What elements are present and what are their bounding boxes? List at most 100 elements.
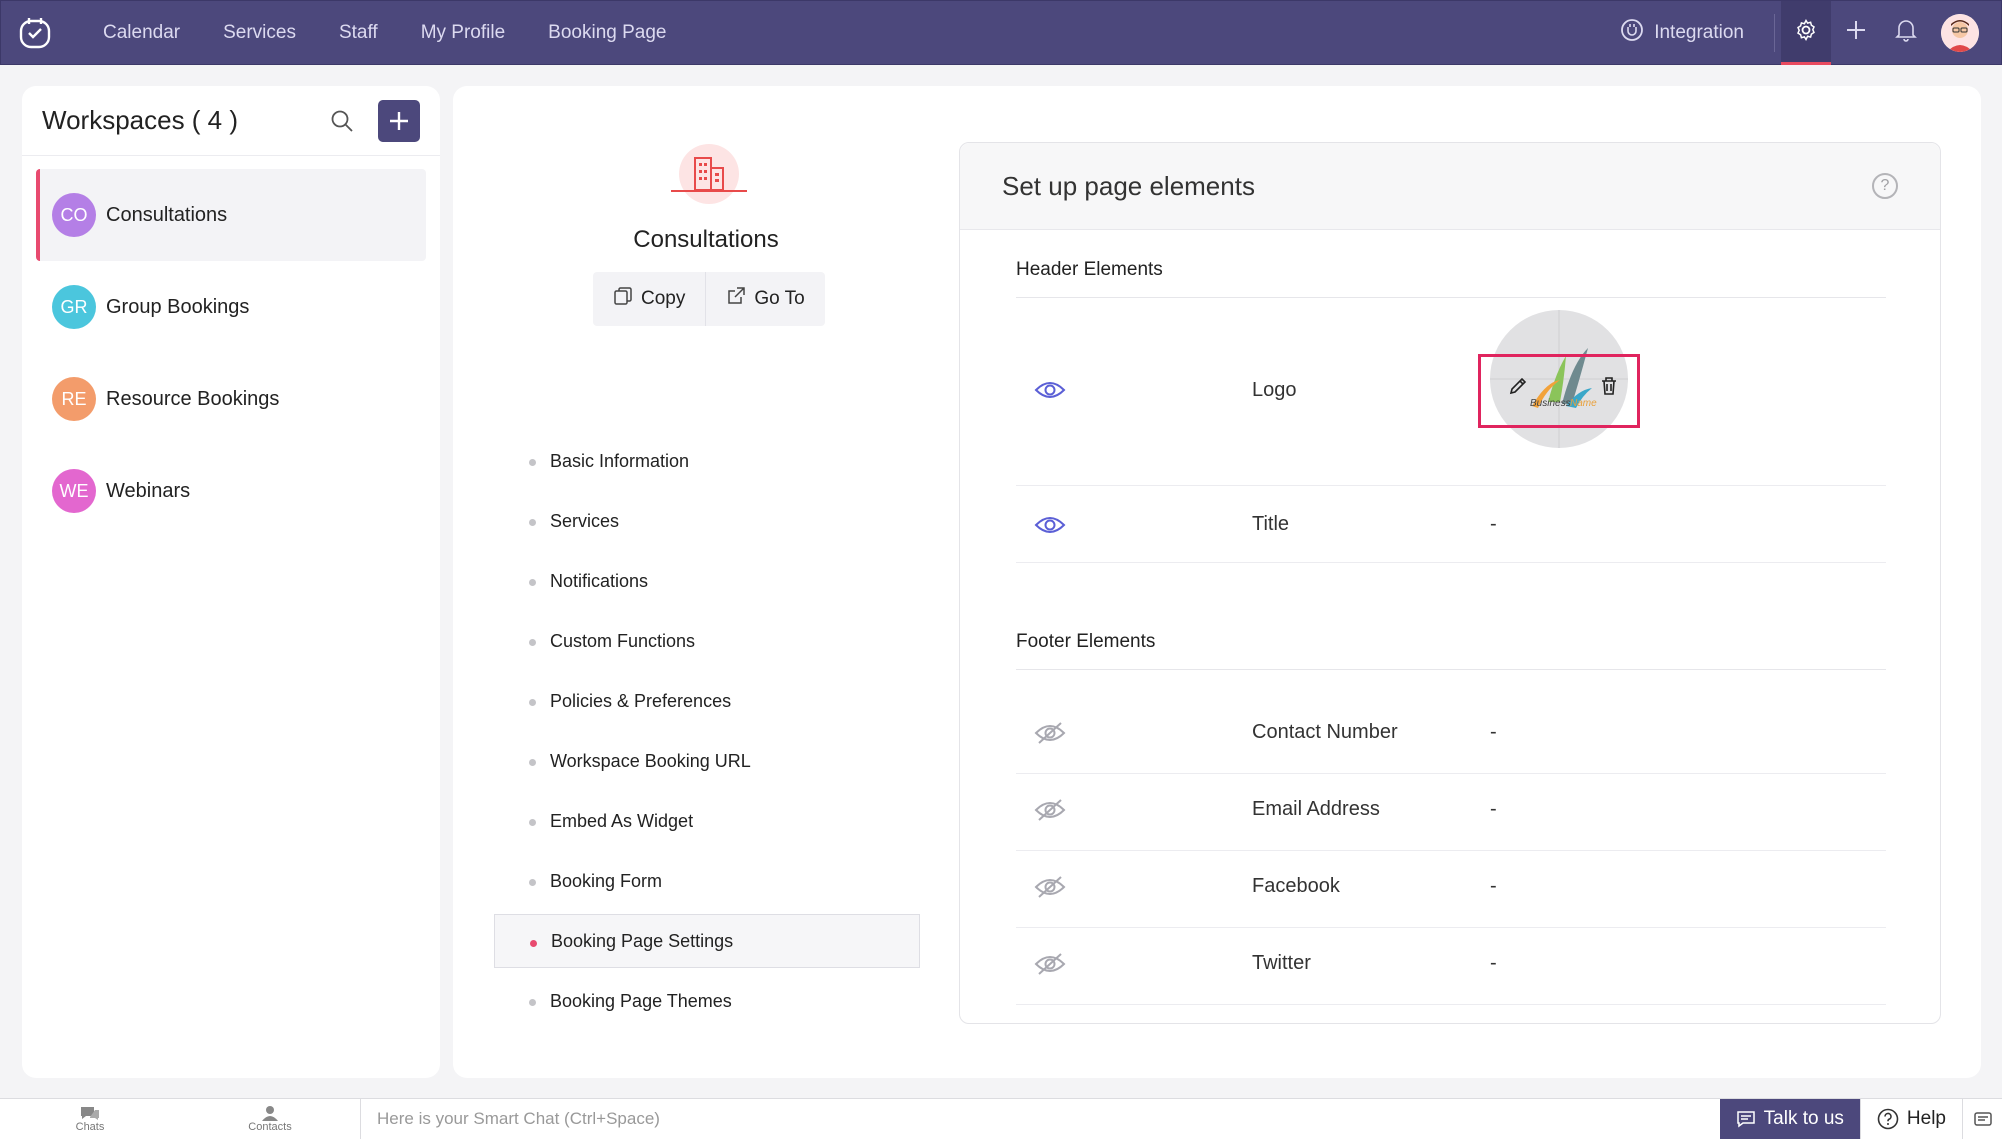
workspace-label: Webinars (106, 479, 191, 502)
workspace-item-group-bookings[interactable]: GR Group Bookings (36, 261, 426, 353)
go-to-label: Go To (754, 288, 805, 309)
top-navigation-bar: Calendar Services Staff My Profile Booki… (0, 0, 2002, 65)
workspaces-sidebar: Workspaces ( 4 ) CO Consultations GR Gro… (22, 86, 440, 1078)
bottom-bar: Chats Contacts Here is your Smart Chat (… (0, 1098, 2002, 1139)
eye-icon[interactable] (1034, 378, 1066, 402)
building-icon (671, 144, 747, 208)
pencil-icon[interactable] (1508, 376, 1528, 401)
talk-to-us-button[interactable]: Talk to us (1719, 1099, 1860, 1139)
help-label: Help (1906, 1108, 1946, 1129)
eye-off-icon[interactable] (1034, 798, 1066, 822)
eye-off-icon[interactable] (1034, 721, 1066, 745)
footer-elements-title: Footer Elements (1016, 631, 1156, 652)
footer-row-facebook: Facebook - (1016, 851, 1886, 928)
integration-link[interactable]: Integration (1620, 18, 1744, 48)
menu-item-custom-functions[interactable]: Custom Functions (494, 614, 920, 668)
workspace-badge: RE (52, 377, 96, 421)
smart-chat-input[interactable]: Here is your Smart Chat (Ctrl+Space) (361, 1109, 1720, 1129)
header-row-logo: Logo Business Name (1016, 298, 1886, 486)
add-button[interactable] (1831, 1, 1881, 65)
row-label: Logo (1252, 379, 1297, 401)
menu-item-policies-preferences[interactable]: Policies & Preferences (494, 674, 920, 728)
go-to-button[interactable]: Go To (705, 272, 824, 326)
message-icon (1736, 1111, 1755, 1128)
chat-icon (81, 1107, 99, 1120)
feedback-icon[interactable] (1962, 1099, 2002, 1139)
contacts-icon (262, 1106, 278, 1121)
question-circle-icon (1877, 1108, 1899, 1130)
add-workspace-button[interactable] (378, 99, 420, 142)
plus-icon (390, 111, 408, 130)
row-value: - (1490, 952, 1497, 974)
menu-item-booking-page-settings[interactable]: Booking Page Settings (494, 914, 920, 968)
footer-row-email-address: Email Address - (1016, 774, 1886, 851)
copy-label: Copy (641, 288, 686, 309)
help-icon[interactable]: ? (1872, 173, 1898, 199)
contacts-label: Contacts (248, 1121, 292, 1133)
trash-icon[interactable] (1600, 376, 1618, 401)
section-divider (1016, 669, 1886, 670)
menu-item-booking-page-themes[interactable]: Booking Page Themes (494, 974, 920, 1028)
card-header: Set up page elements ? (960, 143, 1940, 230)
workspace-badge: GR (52, 285, 96, 329)
nav-link-services[interactable]: Services (223, 22, 296, 44)
chats-tab[interactable]: Chats (0, 1099, 180, 1139)
menu-item-booking-form[interactable]: Booking Form (494, 854, 920, 908)
logo-actions (1508, 376, 1618, 401)
row-value: - (1490, 875, 1497, 897)
nav-divider (1774, 13, 1775, 52)
nav-link-calendar[interactable]: Calendar (103, 22, 180, 44)
header-row-title: Title - (1016, 487, 1886, 563)
workspace-label: Resource Bookings (106, 387, 280, 410)
settings-button[interactable] (1781, 0, 1831, 65)
page-elements-card: Set up page elements ? Header Elements L… (959, 142, 1941, 1024)
eye-icon[interactable] (1034, 513, 1066, 537)
talk-to-us-label: Talk to us (1763, 1108, 1844, 1129)
eye-off-icon[interactable] (1034, 875, 1066, 899)
external-link-icon (726, 286, 746, 312)
bell-icon (1895, 18, 1917, 47)
workspace-label: Group Bookings (106, 295, 250, 318)
nav-link-booking-page[interactable]: Booking Page (548, 22, 666, 44)
menu-item-notifications[interactable]: Notifications (494, 554, 920, 608)
sidebar-header: Workspaces ( 4 ) (22, 86, 440, 156)
row-value: - (1490, 721, 1497, 743)
user-avatar[interactable] (1941, 13, 1979, 52)
footer-row-contact-number: Contact Number - (1016, 697, 1886, 774)
plus-icon (1844, 18, 1868, 47)
menu-item-services[interactable]: Services (494, 494, 920, 548)
workspace-name: Consultations (633, 226, 779, 253)
row-label: Facebook (1252, 875, 1340, 897)
workspace-item-webinars[interactable]: WE Webinars (36, 445, 426, 537)
footer-row-twitter: Twitter - (1016, 928, 1886, 1005)
header-elements-title: Header Elements (1016, 259, 1163, 280)
search-icon[interactable] (328, 107, 356, 135)
workspace-item-resource-bookings[interactable]: RE Resource Bookings (36, 353, 426, 445)
nav-link-staff[interactable]: Staff (339, 22, 378, 44)
copy-icon (613, 286, 633, 312)
eye-off-icon[interactable] (1034, 952, 1066, 976)
copy-button[interactable]: Copy (593, 272, 705, 326)
settings-menu: Basic Information Services Notifications… (494, 434, 920, 1034)
row-label: Email Address (1252, 798, 1380, 820)
notifications-button[interactable] (1881, 1, 1931, 65)
row-value: - (1490, 798, 1497, 820)
nav-right-group: Integration (1620, 0, 2001, 65)
workspace-label: Consultations (106, 203, 228, 226)
menu-item-workspace-booking-url[interactable]: Workspace Booking URL (494, 734, 920, 788)
sidebar-title: Workspaces ( 4 ) (42, 105, 239, 135)
app-logo-icon[interactable] (17, 15, 53, 51)
menu-item-embed-as-widget[interactable]: Embed As Widget (494, 794, 920, 848)
gear-icon (1794, 18, 1818, 47)
row-label: Title (1252, 513, 1290, 535)
menu-item-basic-information[interactable]: Basic Information (494, 434, 920, 488)
workspace-list: CO Consultations GR Group Bookings RE Re… (22, 156, 440, 537)
integration-label: Integration (1654, 21, 1744, 43)
help-button[interactable]: Help (1859, 1099, 1962, 1139)
workspace-actions: Copy Go To (593, 272, 825, 326)
contacts-tab[interactable]: Contacts (180, 1099, 360, 1139)
nav-link-my-profile[interactable]: My Profile (421, 22, 505, 44)
workspace-item-consultations[interactable]: CO Consultations (36, 169, 426, 261)
chats-label: Chats (75, 1121, 105, 1133)
workspace-badge: CO (52, 193, 96, 237)
